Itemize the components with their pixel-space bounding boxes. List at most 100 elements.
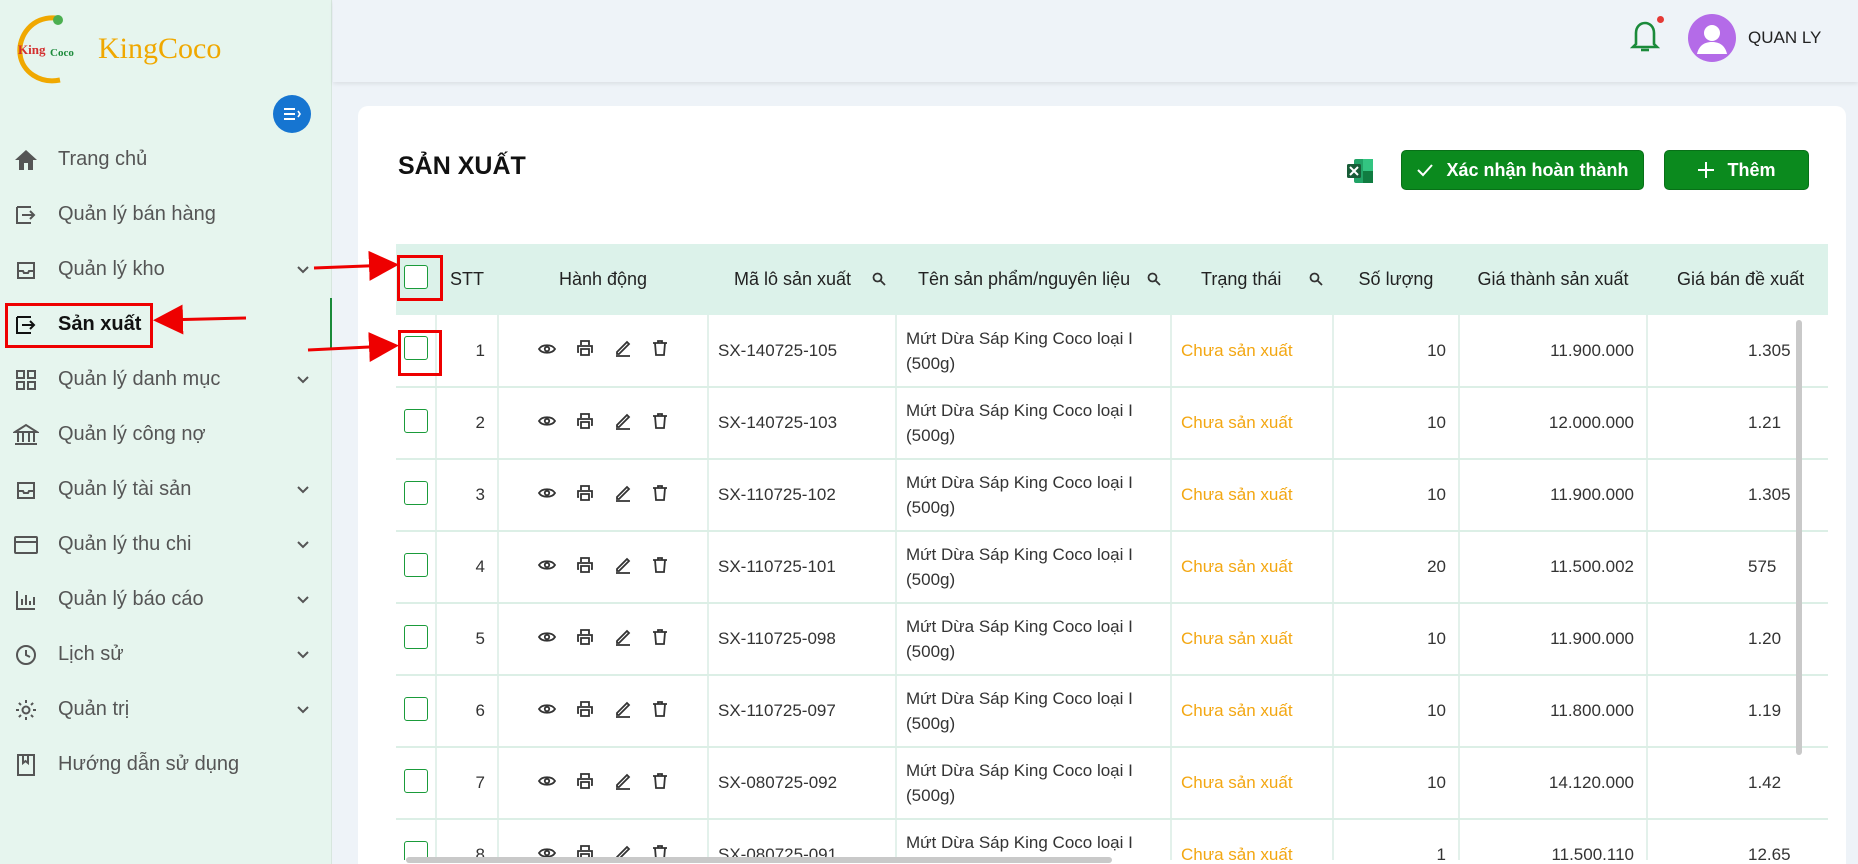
view-icon[interactable] <box>537 629 557 649</box>
table-row[interactable]: 1 SX-140725-105 Mứt Dừa Sáp King Coco lo… <box>396 315 1828 388</box>
table-row[interactable]: 7 SX-080725-092 Mứt Dừa Sáp King Coco lo… <box>396 747 1828 820</box>
table-row[interactable]: 3 SX-110725-102 Mứt Dừa Sáp King Coco lo… <box>396 459 1828 532</box>
cell-cost: 11.800.000 <box>1459 675 1648 748</box>
search-icon[interactable] <box>1309 270 1323 291</box>
vertical-scrollbar[interactable] <box>1796 320 1802 755</box>
print-icon[interactable] <box>576 484 594 507</box>
sidebar-item-quan-ly-ban-hang[interactable]: Quản lý bán hàng <box>0 187 332 242</box>
table-row[interactable]: 8 SX-080725-091 Mứt Dừa Sáp King Coco lo… <box>396 819 1828 860</box>
add-button[interactable]: Thêm <box>1664 150 1809 190</box>
username[interactable]: QUAN LY <box>1748 28 1821 48</box>
table-row[interactable]: 4 SX-110725-101 Mứt Dừa Sáp King Coco lo… <box>396 531 1828 604</box>
sidebar-item-quan-ly-danh-muc[interactable]: Quản lý danh mục <box>0 352 332 407</box>
sidebar-item-huong-dan-su-dung[interactable]: Hướng dẫn sử dụng <box>0 737 332 792</box>
delete-icon[interactable] <box>652 556 668 579</box>
delete-icon[interactable] <box>652 339 668 362</box>
view-icon[interactable] <box>537 485 557 505</box>
check-icon <box>1417 164 1434 177</box>
edit-icon[interactable] <box>614 556 632 579</box>
search-icon[interactable] <box>872 270 886 291</box>
collapse-sidebar-button[interactable] <box>273 95 311 133</box>
user-icon <box>1697 25 1727 54</box>
row-select-cell <box>396 675 437 748</box>
cell-stt: 8 <box>436 819 499 860</box>
cell-code: SX-110725-097 <box>708 675 897 748</box>
column-header-actions: Hành động <box>558 269 648 289</box>
delete-icon[interactable] <box>652 700 668 723</box>
print-icon[interactable] <box>576 628 594 651</box>
print-icon[interactable] <box>576 772 594 795</box>
cell-stt: 4 <box>436 531 499 604</box>
bar-chart-icon <box>12 586 40 614</box>
annotation-box-row-checkbox <box>398 330 442 376</box>
production-table-wrap[interactable]: STT Hành động Mã lô sản xuất Tên sản phẩ… <box>396 244 1828 860</box>
search-icon[interactable] <box>1147 270 1161 291</box>
sidebar-item-quan-ly-bao-cao[interactable]: Quản lý báo cáo <box>0 572 332 627</box>
cell-actions <box>498 603 709 676</box>
edit-icon[interactable] <box>614 339 632 362</box>
column-header-qty: Số lượng <box>1358 269 1434 289</box>
home-icon <box>12 146 40 174</box>
chevron-down-icon <box>296 482 310 500</box>
sidebar-item-label: Quản lý thu chi <box>58 533 192 555</box>
active-indicator <box>330 298 332 350</box>
table-row[interactable]: 2 SX-140725-103 Mứt Dừa Sáp King Coco lo… <box>396 387 1828 460</box>
column-header-name: Tên sản phẩm/nguyên liệu <box>896 244 1171 315</box>
view-icon[interactable] <box>537 701 557 721</box>
sidebar-item-lich-su[interactable]: Lịch sử <box>0 627 332 682</box>
chevron-down-icon <box>296 592 310 610</box>
cell-qty: 1 <box>1333 819 1460 860</box>
edit-icon[interactable] <box>614 484 632 507</box>
excel-export-icon[interactable] <box>1345 156 1375 191</box>
print-icon[interactable] <box>576 556 594 579</box>
logo[interactable]: King Coco KingCoco <box>12 12 221 86</box>
sidebar-item-quan-ly-tai-san[interactable]: Quản lý tài sản <box>0 462 332 517</box>
row-checkbox[interactable] <box>403 624 428 649</box>
print-icon[interactable] <box>576 700 594 723</box>
sidebar-item-quan-tri[interactable]: Quản trị <box>0 682 332 737</box>
column-header-status: Trạng thái <box>1171 244 1333 315</box>
row-checkbox[interactable] <box>403 480 428 505</box>
sidebar: King Coco KingCoco Trang chủ Quản lý bán… <box>0 0 332 864</box>
delete-icon[interactable] <box>652 484 668 507</box>
avatar[interactable] <box>1688 14 1736 62</box>
column-header-cost: Giá thành sản xuất <box>1477 269 1629 289</box>
table-row[interactable]: 6 SX-110725-097 Mứt Dừa Sáp King Coco lo… <box>396 675 1828 748</box>
view-icon[interactable] <box>537 413 557 433</box>
row-checkbox[interactable] <box>403 768 428 793</box>
view-icon[interactable] <box>537 773 557 793</box>
annotation-box-sidebar-active <box>5 303 153 348</box>
row-checkbox[interactable] <box>403 408 428 433</box>
delete-icon[interactable] <box>652 412 668 435</box>
horizontal-scrollbar[interactable] <box>406 857 1112 863</box>
edit-icon[interactable] <box>614 772 632 795</box>
cell-stt: 2 <box>436 387 499 460</box>
sidebar-item-label: Quản trị <box>58 698 130 720</box>
sidebar-item-quan-ly-thu-chi[interactable]: Quản lý thu chi <box>0 517 332 572</box>
cell-code: SX-110725-098 <box>708 603 897 676</box>
sidebar-item-quan-ly-kho[interactable]: Quản lý kho <box>0 242 332 297</box>
view-icon[interactable] <box>537 557 557 577</box>
sidebar-item-quan-ly-cong-no[interactable]: Quản lý công nợ <box>0 407 332 462</box>
row-checkbox[interactable] <box>403 696 428 721</box>
cell-cost: 14.120.000 <box>1459 747 1648 820</box>
edit-icon[interactable] <box>614 412 632 435</box>
sidebar-item-label: Trang chủ <box>58 148 148 170</box>
delete-icon[interactable] <box>652 628 668 651</box>
table-row[interactable]: 5 SX-110725-098 Mứt Dừa Sáp King Coco lo… <box>396 603 1828 676</box>
cell-qty: 10 <box>1333 387 1460 460</box>
confirm-complete-button[interactable]: Xác nhận hoàn thành <box>1401 150 1644 190</box>
row-select-cell <box>396 603 437 676</box>
svg-text:King: King <box>18 42 46 57</box>
delete-icon[interactable] <box>652 772 668 795</box>
notification-bell-icon[interactable] <box>1629 18 1661 59</box>
view-icon[interactable] <box>537 341 557 361</box>
edit-icon[interactable] <box>614 700 632 723</box>
wallet-icon <box>12 531 40 559</box>
print-icon[interactable] <box>576 339 594 362</box>
row-checkbox[interactable] <box>403 552 428 577</box>
sidebar-item-trang-chu[interactable]: Trang chủ <box>0 132 332 187</box>
cell-code: SX-080725-091 <box>708 819 897 860</box>
print-icon[interactable] <box>576 412 594 435</box>
edit-icon[interactable] <box>614 628 632 651</box>
